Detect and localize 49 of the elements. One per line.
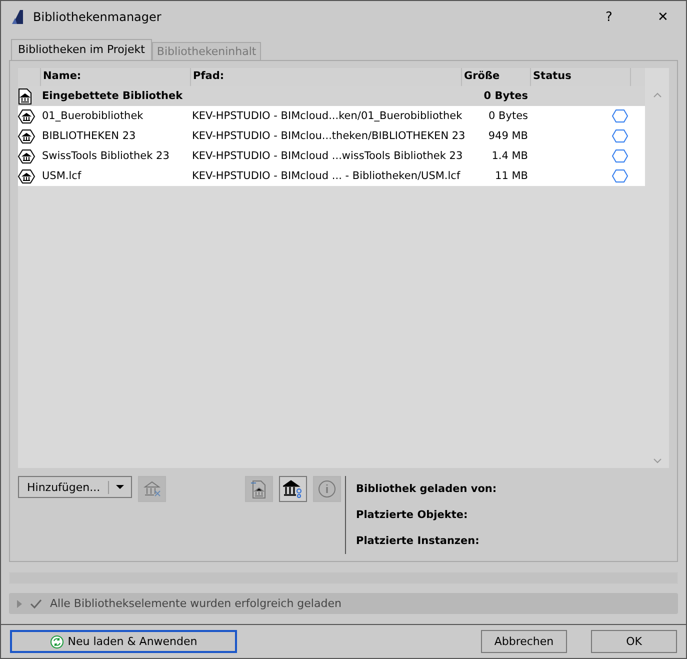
library-hexagon-icon <box>18 108 35 124</box>
library-remove-icon <box>143 480 162 498</box>
table-row[interactable]: USM.lcf KEV-HPSTUDIO - BIMcloud ... - Bibliotheken/USM.lcf 11 MB <box>18 166 645 186</box>
library-settings-icon <box>283 480 303 498</box>
add-dropdown-button[interactable]: Hinzufügen... <box>18 476 132 498</box>
library-size: 0 Bytes <box>488 110 529 122</box>
library-hexagon-icon <box>18 148 35 164</box>
scroll-down-icon[interactable] <box>652 458 662 464</box>
help-button[interactable]: ? <box>586 1 632 33</box>
library-path: KEV-HPSTUDIO - BIMcloud...ken/01_Buerobibliothek <box>191 110 461 122</box>
status-message: Alle Bibliothekselemente wurden erfolgreich geladen <box>50 597 342 610</box>
table-row[interactable]: Eingebettete Bibliothek 0 Bytes <box>18 86 645 106</box>
info-label: Bibliothek geladen von: <box>356 483 497 495</box>
window-title: Bibliothekenmanager <box>33 10 162 24</box>
library-size: 1.4 MB <box>490 150 529 162</box>
status-hexagon-icon <box>612 169 628 183</box>
library-document-icon <box>18 88 32 104</box>
status-hexagon-icon <box>612 129 628 143</box>
info-icon <box>318 480 336 498</box>
refresh-icon <box>50 634 64 648</box>
scroll-up-icon[interactable] <box>652 92 662 98</box>
table-row[interactable]: SwissTools Bibliothek 23 KEV-HPSTUDIO - BIMcloud ...wissTools Bibliothek 23 1.4 MB <box>18 146 645 166</box>
library-name: BIBLIOTHEKEN 23 <box>41 130 137 142</box>
library-name: USM.lcf <box>41 170 82 182</box>
status-hexagon-icon <box>612 109 628 123</box>
close-button[interactable]: ✕ <box>640 1 686 33</box>
tab[interactable]: Bibliotheken im Projekt <box>11 39 152 60</box>
status-hexagon-icon <box>612 149 628 163</box>
library-name: 01_Buerobibliothek <box>41 110 144 122</box>
library-name: SwissTools Bibliothek 23 <box>41 150 170 162</box>
dialog-button[interactable]: OK <box>591 630 677 653</box>
library-hexagon-icon <box>18 128 35 144</box>
info-label: Platzierte Objekte: <box>356 509 469 521</box>
dialog-button[interactable]: Abbrechen <box>481 630 567 653</box>
table-row[interactable]: BIBLIOTHEKEN 23 KEV-HPSTUDIO - BIMclou...theken/BIBLIOTHEKEN 23 949 MB <box>18 126 645 146</box>
embed-library-icon <box>250 479 268 499</box>
toolbar-button[interactable] <box>279 476 307 502</box>
info-label: Platzierte Instanzen: <box>356 535 480 547</box>
library-hexagon-icon <box>18 168 35 184</box>
check-icon <box>30 598 42 608</box>
app-logo-icon <box>11 9 25 25</box>
library-size: 11 MB <box>494 170 529 182</box>
library-path: KEV-HPSTUDIO - BIMcloud ...wissTools Bibliothek 23 <box>191 150 461 162</box>
library-name: Eingebettete Bibliothek <box>41 90 184 102</box>
expand-arrow-icon[interactable] <box>17 600 22 608</box>
dialog-button[interactable]: Neu laden & Anwenden <box>10 630 237 653</box>
library-path: KEV-HPSTUDIO - BIMcloud ... - Bibliotheken/USM.lcf <box>191 170 461 182</box>
library-size: 0 Bytes <box>482 90 529 102</box>
table-row[interactable]: 01_Buerobibliothek KEV-HPSTUDIO - BIMcloud...ken/01_Buerobibliothek 0 Bytes <box>18 106 645 126</box>
